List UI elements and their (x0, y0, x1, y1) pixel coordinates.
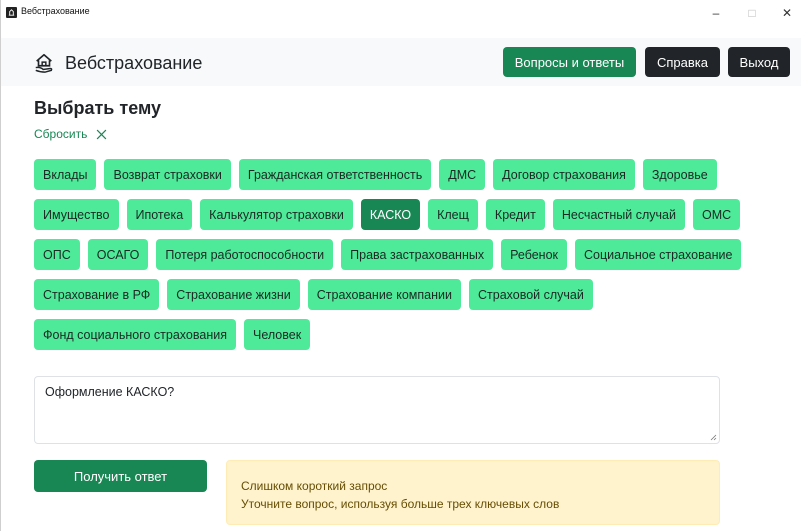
topic-tag[interactable]: Страхование жизни (167, 279, 300, 310)
topic-tag[interactable]: КАСКО (360, 199, 421, 230)
reset-label: Сбросить (34, 127, 88, 141)
title-bar: Вебстрахование – □ ✕ (1, 0, 801, 38)
topic-section-title: Выбрать тему (34, 98, 162, 118)
topic-tag[interactable]: Вклады (34, 159, 97, 190)
topic-tag[interactable]: Фонд социального страхования (34, 319, 236, 350)
topic-tag[interactable]: ОМС (692, 199, 741, 230)
app-header: Вебстрахование Вопросы и ответы Справка … (1, 38, 801, 86)
close-window-button[interactable]: ✕ (772, 0, 801, 26)
topic-tag[interactable]: Договор страхования (493, 159, 635, 190)
topic-tag[interactable]: Несчастный случай (552, 199, 685, 230)
topic-tag[interactable]: ОПС (34, 239, 80, 270)
topic-tag[interactable]: Человек (243, 319, 311, 350)
topic-tag[interactable]: Клещ (428, 199, 478, 230)
topic-tag-list: Вклады Возврат страховки Гражданская ответ… (34, 159, 764, 350)
topic-tag[interactable]: Социальное страхование (575, 239, 742, 270)
faq-button[interactable]: Вопросы и ответы (503, 47, 636, 77)
help-button[interactable]: Справка (645, 47, 720, 77)
exit-button[interactable]: Выход (728, 47, 790, 77)
topic-tag[interactable]: ОСАГО (87, 239, 149, 270)
topic-tag[interactable]: Права застрахованных (341, 239, 494, 270)
topic-tag[interactable]: Ребенок (501, 239, 568, 270)
topic-tag[interactable]: Кредит (485, 199, 545, 230)
resize-grip-icon[interactable] (709, 433, 717, 441)
maximize-button[interactable]: □ (737, 0, 767, 26)
topic-tag[interactable]: ДМС (439, 159, 486, 190)
topic-tag[interactable]: Гражданская ответственность (238, 159, 432, 190)
house-shield-icon (35, 53, 53, 73)
window-title: Вебстрахование (21, 6, 90, 16)
query-text: Оформление КАСКО? (45, 385, 175, 399)
topic-tag[interactable]: Здоровье (642, 159, 717, 190)
topic-tag[interactable]: Калькулятор страховки (200, 199, 353, 230)
topic-tag[interactable]: Ипотека (126, 199, 193, 230)
topic-tag[interactable]: Страхование в РФ (34, 279, 160, 310)
alert-line-1: Слишком короткий запрос (241, 479, 388, 493)
minimize-button[interactable]: – (701, 0, 731, 26)
app-window: Вебстрахование – □ ✕ Вебстрахование Вопр… (0, 0, 801, 531)
close-icon (97, 129, 107, 139)
app-icon (6, 7, 17, 18)
brand-name: Вебстрахование (65, 52, 203, 73)
query-textarea[interactable]: Оформление КАСКО? (34, 376, 720, 444)
brand[interactable]: Вебстрахование (33, 52, 202, 74)
warning-alert: Слишком короткий запрос Уточните вопрос,… (226, 460, 720, 525)
reset-link[interactable]: Сбросить (34, 127, 107, 141)
topic-tag[interactable]: Страховой случай (468, 279, 593, 310)
topic-tag[interactable]: Потеря работоспособности (156, 239, 334, 270)
alert-line-2: Уточните вопрос, используя больше трех к… (241, 497, 560, 511)
get-answer-button[interactable]: Получить ответ (34, 460, 207, 492)
topic-tag[interactable]: Возврат страховки (104, 159, 231, 190)
topic-tag[interactable]: Имущество (34, 199, 119, 230)
topic-tag[interactable]: Страхование компании (307, 279, 461, 310)
